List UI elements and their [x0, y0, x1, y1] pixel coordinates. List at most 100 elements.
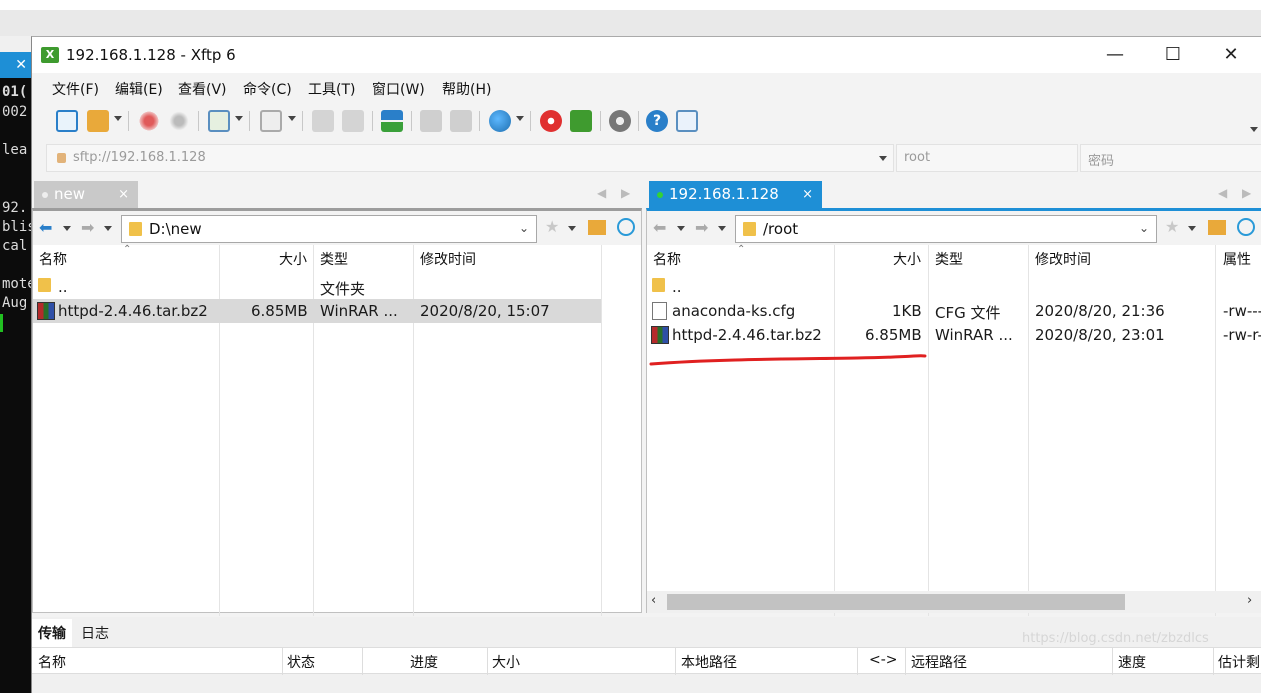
menu-help[interactable]: 帮助(H)	[442, 79, 491, 99]
tab-remote-host[interactable]: 192.168.1.128 ×	[649, 181, 822, 208]
forward-arrow-icon[interactable]: ➡	[81, 220, 101, 236]
xftp-app-icon: X	[41, 47, 59, 63]
copy-icon[interactable]	[420, 110, 442, 132]
open-folder-icon[interactable]	[87, 110, 109, 132]
terminal-tab-close[interactable]: ✕	[0, 52, 31, 78]
media-icon[interactable]	[260, 110, 282, 132]
back-arrow-icon[interactable]: ⬅	[39, 220, 59, 236]
menu-edit[interactable]: 编辑(E)	[115, 79, 163, 99]
horizontal-scrollbar[interactable]: ‹ ›	[647, 591, 1261, 613]
paste-icon[interactable]	[450, 110, 472, 132]
chevron-down-icon[interactable]	[1188, 226, 1196, 231]
address-input[interactable]: sftp://192.168.1.128	[73, 150, 206, 165]
file-row-selected[interactable]: httpd-2.4.46.tar.bz2 6.85MB WinRAR ... 2…	[33, 299, 601, 323]
transfer-col-progress[interactable]: 进度	[410, 652, 438, 672]
column-header-attributes[interactable]: 属性	[1223, 249, 1251, 269]
column-header-type[interactable]: 类型	[320, 249, 348, 269]
tab-local-new[interactable]: new ×	[34, 181, 138, 208]
tab-scroll-right-icon[interactable]: ▶	[1242, 186, 1251, 200]
column-header-modified[interactable]: 修改时间	[1035, 249, 1091, 269]
back-arrow-icon[interactable]: ⬅	[653, 220, 673, 236]
home-folder-icon[interactable]	[1208, 220, 1226, 235]
tab-scroll-left-icon[interactable]: ◀	[1218, 186, 1227, 200]
column-header-name[interactable]: 名称	[653, 249, 681, 269]
chevron-down-icon[interactable]	[568, 226, 576, 231]
file-row[interactable]: ..	[647, 275, 1261, 299]
xshell-icon[interactable]	[540, 110, 562, 132]
chevron-down-icon[interactable]	[63, 226, 71, 231]
scroll-left-icon[interactable]: ‹	[651, 593, 656, 608]
refresh-icon[interactable]	[1237, 218, 1255, 236]
maximize-button[interactable]: ☐	[1144, 37, 1202, 73]
config-file-icon	[652, 302, 667, 320]
minimize-button[interactable]: —	[1086, 37, 1144, 73]
folder-icon	[38, 278, 51, 292]
chevron-down-icon[interactable]	[104, 226, 112, 231]
transfer-col-remote-path[interactable]: 远程路径	[911, 652, 967, 672]
tab-transfer[interactable]: 传输	[38, 623, 66, 643]
address-bar[interactable]: sftp://192.168.1.128	[46, 144, 894, 172]
transfer-col-speed[interactable]: 速度	[1118, 652, 1146, 672]
column-header-size[interactable]: 大小	[893, 249, 921, 269]
file-row[interactable]: anaconda-ks.cfg 1KB CFG 文件 2020/8/20, 21…	[647, 299, 1261, 323]
column-header-size[interactable]: 大小	[279, 249, 307, 269]
menu-view[interactable]: 查看(V)	[178, 79, 227, 99]
menu-tools[interactable]: 工具(T)	[308, 79, 355, 99]
home-folder-icon[interactable]	[588, 220, 606, 235]
properties-icon[interactable]	[208, 110, 230, 132]
close-icon[interactable]: ×	[802, 181, 813, 208]
column-divider	[675, 648, 676, 675]
transfer-col-direction[interactable]: <->	[869, 652, 898, 668]
password-field[interactable]: 密码	[1080, 144, 1261, 172]
chevron-down-icon[interactable]	[114, 116, 122, 121]
gear-icon[interactable]	[609, 110, 631, 132]
file-row[interactable]: .. 文件夹	[33, 275, 641, 299]
transfer-col-size[interactable]: 大小	[492, 652, 520, 672]
column-header-type[interactable]: 类型	[935, 249, 963, 269]
address-dropdown-icon[interactable]	[879, 156, 887, 161]
scroll-right-icon[interactable]: ›	[1247, 593, 1252, 608]
chevron-down-icon[interactable]	[677, 226, 685, 231]
remote-path-field[interactable]: /root ⌄	[735, 215, 1157, 243]
tab-log[interactable]: 日志	[81, 623, 109, 643]
username-field[interactable]: root	[896, 144, 1078, 172]
menu-window[interactable]: 窗口(W)	[372, 79, 425, 99]
chevron-down-icon[interactable]	[718, 226, 726, 231]
column-header-name[interactable]: 名称	[39, 249, 67, 269]
chevron-down-icon[interactable]: ⌄	[1139, 221, 1149, 235]
chevron-down-icon[interactable]	[288, 116, 296, 121]
menu-file[interactable]: 文件(F)	[52, 79, 99, 99]
refresh-icon[interactable]	[617, 218, 635, 236]
forward-arrow-icon[interactable]: ➡	[695, 220, 715, 236]
star-icon[interactable]: ★	[545, 217, 559, 236]
menu-command[interactable]: 命令(C)	[243, 79, 292, 99]
help-icon[interactable]: ?	[646, 110, 668, 132]
document-icon[interactable]	[312, 110, 334, 132]
xftp-icon[interactable]	[570, 110, 592, 132]
reconnect-icon[interactable]	[168, 110, 190, 132]
file-row[interactable]: httpd-2.4.46.tar.bz2 6.85MB WinRAR ... 2…	[647, 323, 1261, 347]
folder-icon	[652, 278, 665, 292]
toolbar-overflow-icon[interactable]	[1250, 127, 1258, 132]
column-header-modified[interactable]: 修改时间	[420, 249, 476, 269]
transfer-col-status[interactable]: 状态	[287, 652, 315, 672]
local-path-field[interactable]: D:\new ⌄	[121, 215, 537, 243]
star-icon[interactable]: ★	[1165, 217, 1179, 236]
tab-scroll-right-icon[interactable]: ▶	[621, 186, 630, 200]
globe-icon[interactable]	[489, 110, 511, 132]
transfer-icon[interactable]	[381, 110, 403, 132]
close-button[interactable]: ✕	[1202, 37, 1260, 73]
document-icon[interactable]	[342, 110, 364, 132]
chevron-down-icon[interactable]: ⌄	[519, 221, 529, 235]
disconnect-icon[interactable]	[138, 110, 160, 132]
close-icon[interactable]: ×	[118, 181, 129, 208]
chat-icon[interactable]	[676, 110, 698, 132]
new-session-icon[interactable]	[56, 110, 78, 132]
transfer-col-local-path[interactable]: 本地路径	[681, 652, 737, 672]
transfer-col-eta[interactable]: 估计剩	[1218, 652, 1260, 672]
transfer-col-name[interactable]: 名称	[38, 652, 66, 672]
tab-scroll-left-icon[interactable]: ◀	[597, 186, 606, 200]
scrollbar-thumb[interactable]	[667, 594, 1125, 610]
chevron-down-icon[interactable]	[516, 116, 524, 121]
chevron-down-icon[interactable]	[235, 116, 243, 121]
